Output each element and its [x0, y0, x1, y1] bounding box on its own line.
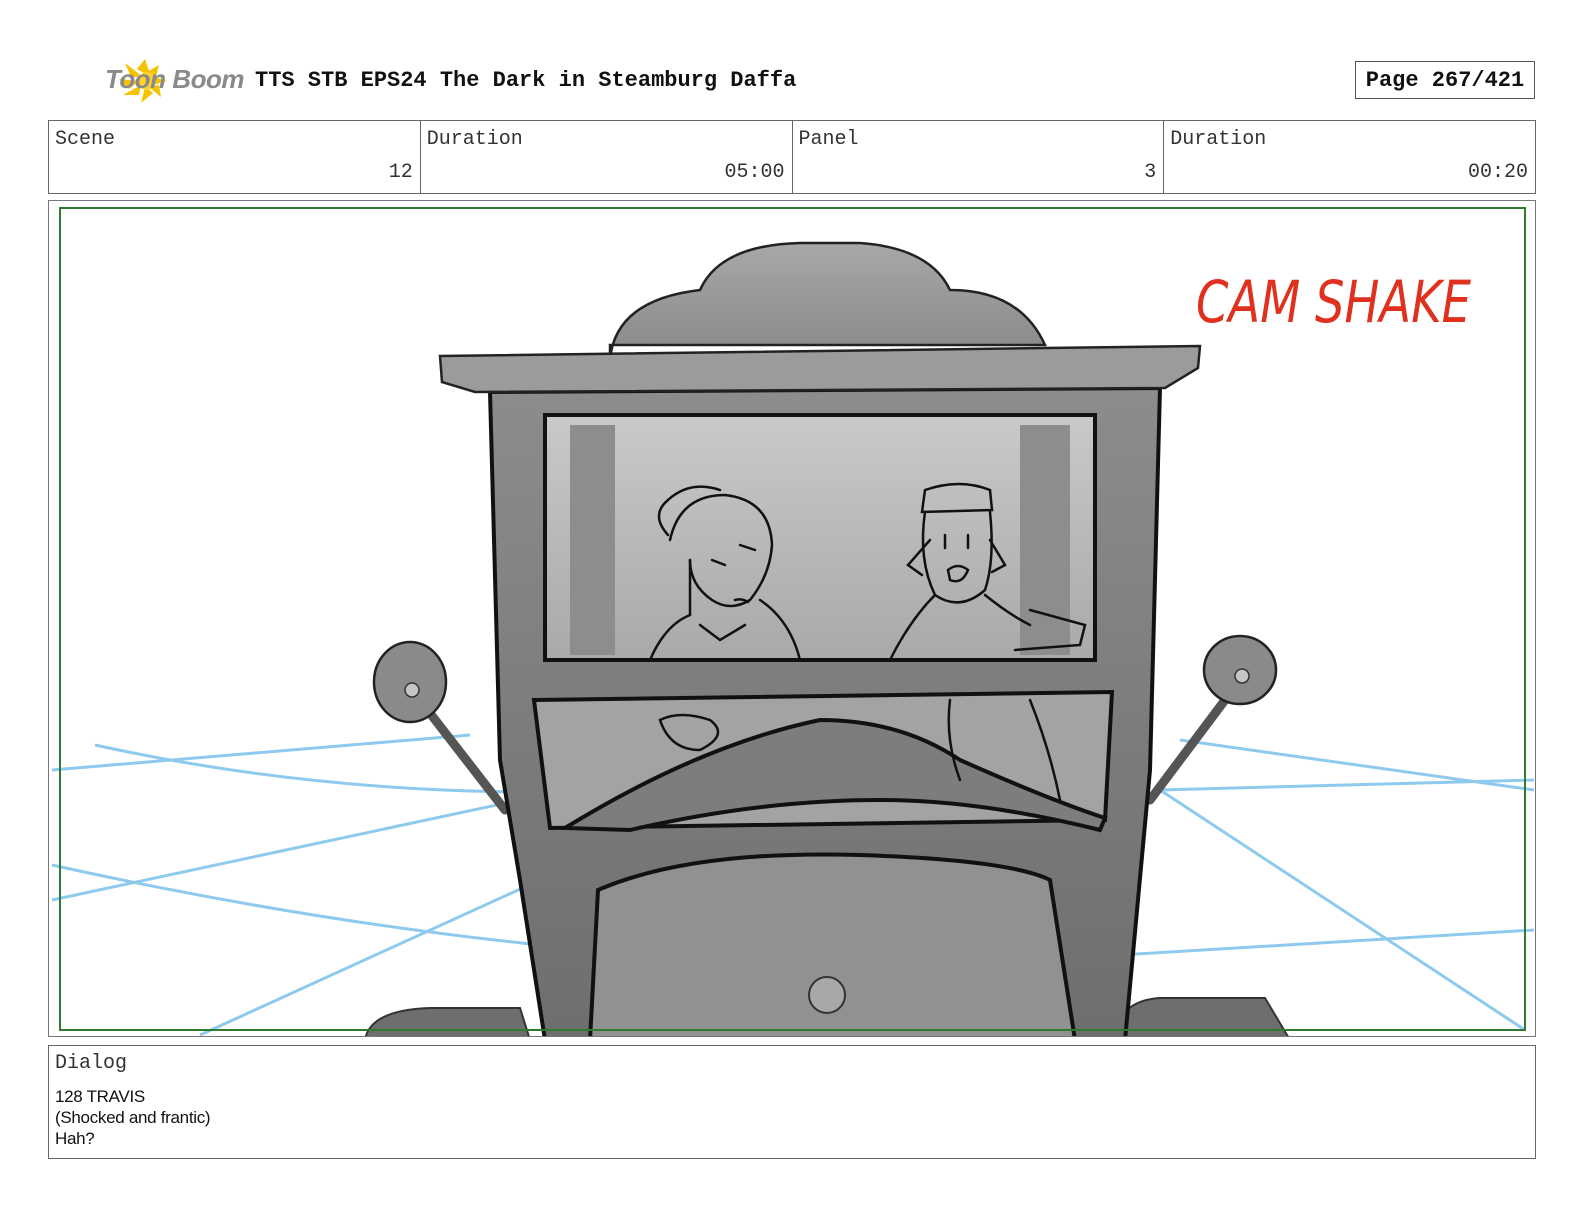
dialog-line: Hah? [55, 1129, 95, 1148]
dialog-box: Dialog 128 TRAVIS (Shocked and frantic) … [48, 1045, 1536, 1159]
dialog-line: 128 TRAVIS [55, 1087, 145, 1106]
dialog-text: 128 TRAVIS (Shocked and frantic) Hah? [55, 1086, 211, 1149]
dialog-label: Dialog [55, 1052, 128, 1075]
cam-shake-annotation: CAM SHAKE [1196, 268, 1471, 336]
dialog-line: (Shocked and frantic) [55, 1108, 211, 1127]
cam-shake-text: CAM SHAKE [1196, 268, 1471, 336]
panel-artwork [51, 241, 1535, 1036]
